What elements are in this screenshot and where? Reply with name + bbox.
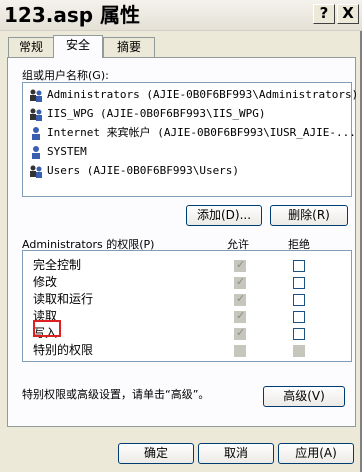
groups-listbox[interactable]: Administrators (AJIE-0B0F6BF993\Administ… [22,82,358,197]
window-title: 123.asp 属性 [4,3,141,27]
perm-modify-label: 修改 [33,275,58,289]
list-item-label: SYSTEM [47,145,87,158]
deny-modify-checkbox[interactable] [293,277,305,289]
perm-special-label: 特别的权限 [33,343,94,357]
title-bar[interactable]: 123.asp 属性 ? X [0,0,362,31]
user-icon [29,127,43,140]
remove-button[interactable]: 删除(R) [270,205,348,226]
deny-read-execute-checkbox[interactable] [293,294,305,306]
allow-read-checkbox[interactable] [234,309,246,323]
allow-modify-checkbox[interactable] [234,275,246,289]
group-icon [29,89,43,102]
tab-summary[interactable]: 摘要 [103,37,155,57]
close-button[interactable]: X [337,4,359,24]
tab-security[interactable]: 安全 [53,35,103,58]
allow-full-control-checkbox[interactable] [234,258,246,272]
allow-read-execute-checkbox[interactable] [234,292,246,306]
apply-button[interactable]: 应用(A) [278,443,354,464]
perm-read-execute-label: 读取和运行 [33,292,94,306]
allow-special-checkbox[interactable] [234,345,246,357]
allow-write-checkbox[interactable] [234,326,246,340]
advanced-hint: 特别权限或高级设置，请单击“高级”。 [22,388,210,401]
deny-full-control-checkbox[interactable] [293,260,305,272]
deny-write-checkbox[interactable] [293,328,305,340]
list-item-label: Administrators (AJIE-0B0F6BF993\Administ… [47,88,359,101]
advanced-button[interactable]: 高级(V) [263,386,345,407]
deny-special-checkbox[interactable] [293,345,305,357]
add-button[interactable]: 添加(D)... [186,205,262,226]
write-highlight-box [33,320,61,337]
help-button[interactable]: ? [313,4,335,24]
ok-button[interactable]: 确定 [118,443,194,464]
list-item-label: IIS_WPG (AJIE-0B0F6BF993\IIS_WPG) [47,107,266,120]
cancel-button[interactable]: 取消 [198,443,274,464]
deny-read-checkbox[interactable] [293,311,305,323]
groups-label: 组或用户名称(G): [22,69,109,82]
group-icon [29,165,43,178]
perm-full-control-label: 完全控制 [33,258,82,272]
tab-general[interactable]: 常规 [8,37,54,57]
list-item-label: Internet 来宾帐户 (AJIE-0B0F6BF993\IUSR_AJIE… [47,126,356,139]
user-icon [29,146,43,159]
properties-dialog: 123.asp 属性 ? X 常规 安全 摘要 组或用户名称(G): Admin… [0,0,362,472]
permissions-list: 完全控制 修改 读取和运行 读取 写入 特别的权限 [22,250,352,362]
list-item-label: Users (AJIE-0B0F6BF993\Users) [47,164,240,177]
group-icon [29,108,43,121]
